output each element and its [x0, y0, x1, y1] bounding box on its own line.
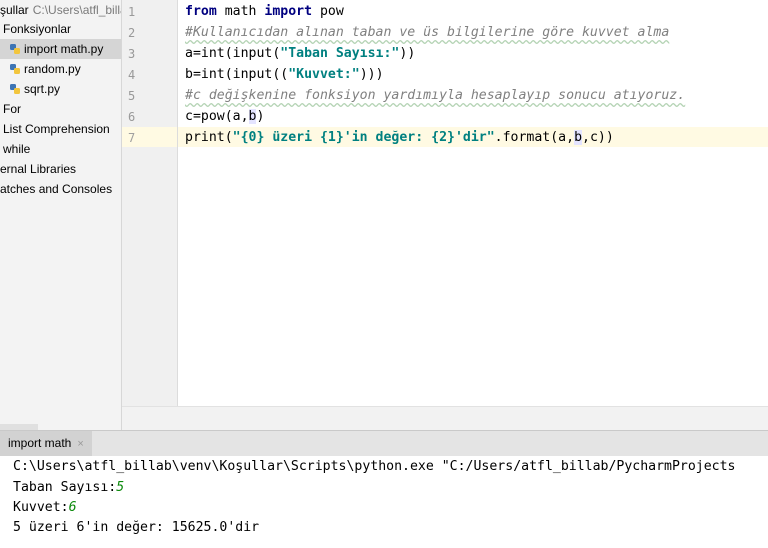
- identifier-highlight: b: [574, 130, 583, 145]
- string-literal: "Taban Sayısı:": [280, 46, 400, 61]
- comment: #c değişkenine fonksiyon yardımıyla hesa…: [185, 88, 686, 103]
- tree-item-label: For: [3, 102, 21, 116]
- line-number-current: 7: [128, 131, 136, 145]
- line-number: 1: [128, 5, 136, 19]
- project-tree: şullarC:\Users\atfl_billab\venv Fonksiyo…: [0, 0, 122, 430]
- code-line-4[interactable]: b=int(input(("Kuvvet:"))): [185, 65, 384, 85]
- tree-item-sqrt[interactable]: sqrt.py: [9, 79, 60, 99]
- code-line-6[interactable]: c=pow(a,b): [185, 107, 264, 127]
- tree-root-path: C:\Users\atfl_billab\venv: [32, 3, 121, 17]
- tree-item-label: atches and Consoles: [0, 182, 113, 196]
- code-text: ): [256, 109, 265, 124]
- tree-item-fonksiyonlar[interactable]: Fonksiyonlar: [3, 19, 71, 39]
- tree-item-label: Fonksiyonlar: [3, 22, 72, 36]
- tree-item-random[interactable]: random.py: [9, 59, 81, 79]
- code-line-5[interactable]: #c değişkenine fonksiyon yardımıyla hesa…: [185, 86, 685, 106]
- run-tab-bar: import math ×: [0, 430, 768, 457]
- code-editor[interactable]: from math import pow #Kullanıcıdan alına…: [178, 0, 768, 406]
- code-line-7[interactable]: print("{0} üzeri {1}'in değer: {2}'dir".…: [185, 128, 614, 148]
- tree-item-while[interactable]: while: [3, 139, 30, 159]
- tree-item-label: random.py: [24, 62, 81, 76]
- code-text: ))): [359, 67, 384, 82]
- tree-item-import-math[interactable]: import math.py: [0, 39, 121, 59]
- line-number-gutter: 1 2 3 4 5 6 7: [122, 0, 178, 406]
- code-line-1[interactable]: from math import pow: [185, 2, 344, 22]
- code-text: a=int(input(: [185, 46, 281, 61]
- console-user-input: 6: [68, 500, 77, 515]
- code-text: c=pow(a,: [185, 109, 249, 124]
- code-text: print(: [185, 130, 233, 145]
- code-line-2[interactable]: #Kullanıcıdan alınan taban ve üs bilgile…: [185, 23, 669, 43]
- keyword: import: [264, 4, 313, 19]
- tree-root-label: şullar: [0, 3, 29, 17]
- editor-bottom-bar: [122, 406, 768, 431]
- line-number: 2: [128, 26, 136, 40]
- tree-root[interactable]: şullarC:\Users\atfl_billab\venv: [0, 0, 121, 20]
- console-line-input-2: Kuvvet:6: [13, 498, 77, 518]
- code-text: math: [216, 4, 265, 19]
- code-text: ,c)): [582, 130, 614, 145]
- tree-item-for[interactable]: For: [3, 99, 21, 119]
- line-number: 6: [128, 110, 136, 124]
- code-text: pow: [312, 4, 344, 19]
- run-tab[interactable]: import math ×: [0, 431, 92, 456]
- code-text: =int(input((: [192, 67, 289, 82]
- tree-item-external-libraries[interactable]: ernal Libraries: [0, 159, 76, 179]
- python-file-icon: [10, 44, 20, 54]
- code-text: b: [185, 67, 193, 82]
- console-line-input-1: Taban Sayısı:5: [13, 478, 124, 498]
- tree-item-list-comprehension[interactable]: List Comprehension: [3, 119, 110, 139]
- keyword: from: [185, 4, 217, 19]
- line-number: 3: [128, 47, 136, 61]
- line-number: 5: [128, 89, 136, 103]
- tree-item-label: import math.py: [24, 42, 104, 56]
- console-user-input: 5: [116, 480, 125, 495]
- tree-item-label: ernal Libraries: [0, 162, 77, 176]
- console-prompt: Taban Sayısı:: [13, 480, 117, 495]
- comment: #Kullanıcıdan alınan taban ve üs bilgile…: [185, 25, 670, 40]
- tree-item-label: List Comprehension: [3, 122, 110, 136]
- tree-item-label: while: [3, 142, 31, 156]
- console-command-line: C:\Users\atfl_billab\venv\Koşullar\Scrip…: [13, 459, 736, 474]
- code-text: )): [399, 46, 416, 61]
- run-tab-label: import math: [8, 436, 72, 450]
- tree-item-label: sqrt.py: [24, 82, 61, 96]
- code-text: .format(a,: [494, 130, 575, 145]
- line-number: 4: [128, 68, 136, 82]
- console-result: 5 üzeri 6'in değer: 15625.0'dir: [13, 520, 260, 535]
- python-file-icon: [10, 84, 20, 94]
- console-prompt: Kuvvet:: [13, 500, 69, 515]
- python-file-icon: [10, 64, 20, 74]
- tree-item-scratches[interactable]: atches and Consoles: [0, 179, 112, 199]
- run-console[interactable]: C:\Users\atfl_billab\venv\Koşullar\Scrip…: [0, 456, 768, 548]
- string-literal: "Kuvvet:": [288, 67, 360, 82]
- code-line-3[interactable]: a=int(input("Taban Sayısı:")): [185, 44, 415, 64]
- close-icon[interactable]: ×: [77, 438, 83, 450]
- string-literal: "{0} üzeri {1}'in değer: {2}'dir": [232, 130, 495, 145]
